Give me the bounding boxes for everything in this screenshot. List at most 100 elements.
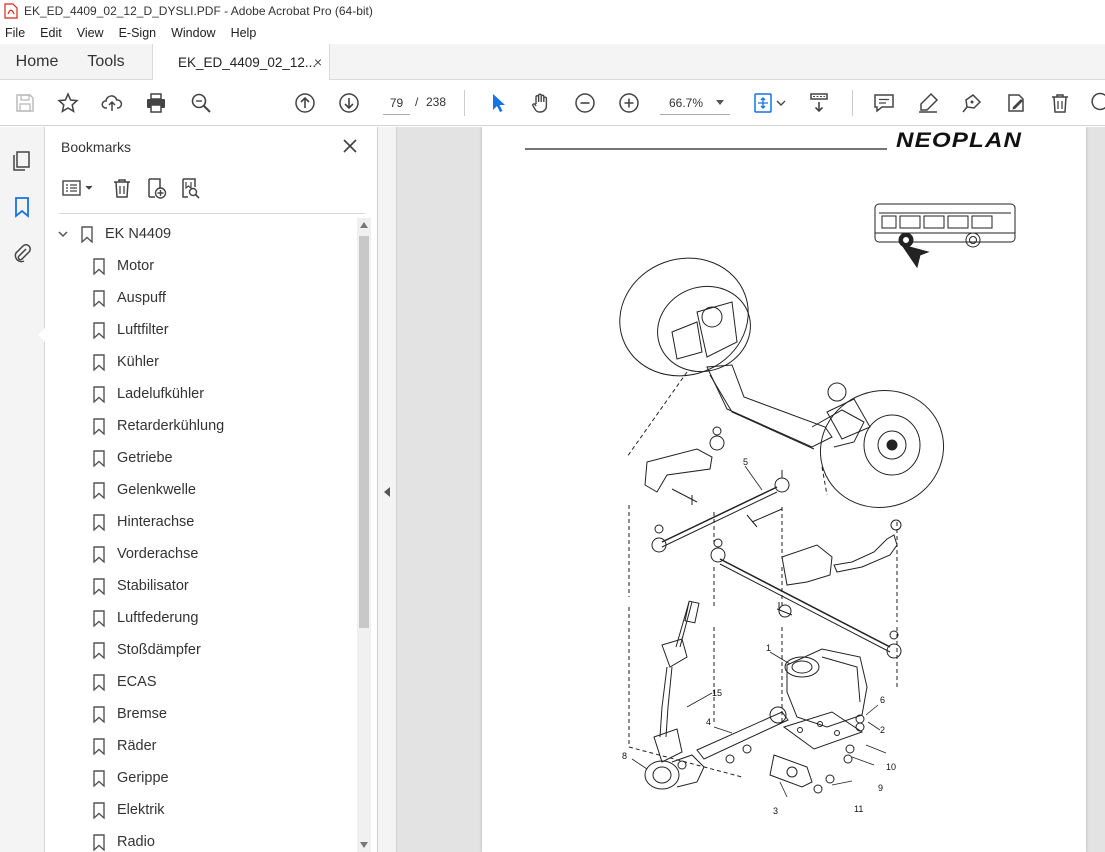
bookmark-label: Luftfederung bbox=[117, 610, 199, 626]
technical-drawing: 1 2 3 4 5 6 8 9 10 11 15 bbox=[525, 148, 1016, 816]
find-bookmark-icon[interactable] bbox=[179, 177, 201, 199]
bookmark-item[interactable]: Auspuff bbox=[45, 282, 357, 314]
tab-home[interactable]: Home bbox=[0, 44, 74, 80]
callout-label: 8 bbox=[622, 751, 627, 761]
tab-close-icon[interactable]: × bbox=[314, 54, 322, 70]
zoom-level-value: 66.7% bbox=[669, 95, 704, 110]
bookmark-options-icon[interactable] bbox=[61, 177, 97, 199]
bookmark-item[interactable]: Räder bbox=[45, 730, 357, 762]
bookmark-icon bbox=[93, 705, 105, 723]
bookmark-item[interactable]: Getriebe bbox=[45, 442, 357, 474]
fit-page-icon[interactable] bbox=[752, 91, 788, 115]
bookmark-item[interactable]: Gerippe bbox=[45, 762, 357, 794]
menu-view[interactable]: View bbox=[76, 24, 105, 42]
bookmark-item[interactable]: Stabilisator bbox=[45, 570, 357, 602]
star-icon[interactable] bbox=[56, 91, 80, 115]
collapse-arrow-icon[interactable] bbox=[384, 487, 390, 497]
scrollbar-thumb[interactable] bbox=[359, 236, 369, 628]
bookmark-item[interactable]: Vorderachse bbox=[45, 538, 357, 570]
bookmark-item[interactable]: Retarderkühlung bbox=[45, 410, 357, 442]
bookmark-label: Stabilisator bbox=[117, 578, 189, 594]
bookmark-label: Getriebe bbox=[117, 450, 173, 466]
bookmark-item[interactable]: Ladelufkühler bbox=[45, 378, 357, 410]
tab-document-label: EK_ED_4409_02_12... bbox=[178, 55, 317, 70]
panel-collapse-strip[interactable] bbox=[378, 127, 397, 852]
bookmark-icon bbox=[93, 769, 105, 787]
bookmark-icon bbox=[93, 737, 105, 755]
bookmark-item[interactable]: Motor bbox=[45, 250, 357, 282]
bookmark-item[interactable]: Bremse bbox=[45, 698, 357, 730]
bookmarks-scrollbar[interactable] bbox=[357, 218, 371, 852]
bookmark-label: Retarderkühlung bbox=[117, 418, 225, 434]
menu-edit[interactable]: Edit bbox=[39, 24, 63, 42]
menu-window[interactable]: Window bbox=[170, 24, 216, 42]
bookmark-root[interactable]: EK N4409 bbox=[45, 218, 357, 250]
callout-label: 2 bbox=[880, 725, 885, 735]
attachments-icon[interactable] bbox=[10, 241, 34, 265]
hand-tool-icon[interactable] bbox=[529, 91, 553, 115]
edit-pdf-icon[interactable] bbox=[1004, 91, 1028, 115]
zoom-out-icon[interactable] bbox=[573, 91, 597, 115]
bookmark-panel-icon[interactable] bbox=[10, 195, 34, 219]
bookmark-icon bbox=[93, 641, 105, 659]
bookmark-icon bbox=[81, 225, 93, 243]
document-viewer[interactable]: 1 2 3 4 5 6 8 9 10 11 15 NEOPLAN bbox=[397, 127, 1105, 852]
callout-label: 15 bbox=[712, 688, 722, 698]
close-icon[interactable] bbox=[341, 137, 359, 155]
bookmark-icon bbox=[93, 449, 105, 467]
pdf-page: 1 2 3 4 5 6 8 9 10 11 15 NEOPLAN bbox=[482, 127, 1086, 852]
scroll-down-icon[interactable] bbox=[360, 842, 368, 848]
bookmarks-panel: Bookmarks EK N4409 Motor Auspuff Luftfil… bbox=[45, 127, 378, 852]
select-cursor-icon[interactable] bbox=[486, 91, 510, 115]
bookmark-item[interactable]: ECAS bbox=[45, 666, 357, 698]
tab-bar: Home Tools EK_ED_4409_02_12... × bbox=[0, 44, 1105, 81]
zoom-in-icon[interactable] bbox=[617, 91, 641, 115]
bookmark-item[interactable]: Gelenkwelle bbox=[45, 474, 357, 506]
bookmarks-toolbar bbox=[59, 173, 359, 203]
bookmark-label: Motor bbox=[117, 258, 155, 274]
bookmark-item[interactable]: Luftfederung bbox=[45, 602, 357, 634]
bookmark-icon bbox=[93, 321, 105, 339]
bookmark-icon bbox=[93, 545, 105, 563]
left-navigation-rail bbox=[0, 127, 45, 852]
print-icon[interactable] bbox=[144, 91, 168, 115]
cloud-upload-icon[interactable] bbox=[100, 91, 124, 115]
rotate-icon[interactable] bbox=[1090, 91, 1105, 115]
page-thumbnails-icon[interactable] bbox=[10, 148, 34, 172]
menu-esign[interactable]: E-Sign bbox=[118, 24, 158, 42]
acrobat-pdf-icon bbox=[4, 3, 18, 19]
new-bookmark-icon[interactable] bbox=[145, 177, 167, 199]
delete-bookmark-icon[interactable] bbox=[111, 177, 133, 199]
menu-file[interactable]: File bbox=[4, 24, 26, 42]
comment-icon[interactable] bbox=[872, 91, 896, 115]
callout-label: 6 bbox=[880, 695, 885, 705]
bookmark-item[interactable]: Elektrik bbox=[45, 794, 357, 826]
chevron-down-icon[interactable] bbox=[57, 228, 69, 240]
zoom-search-icon[interactable] bbox=[189, 91, 213, 115]
page-separator: / bbox=[415, 95, 419, 109]
bookmark-icon bbox=[93, 609, 105, 627]
bookmark-item[interactable]: Luftfilter bbox=[45, 314, 357, 346]
sign-pen-icon[interactable] bbox=[960, 91, 984, 115]
previous-page-icon[interactable] bbox=[293, 91, 317, 115]
callout-label: 5 bbox=[743, 457, 748, 467]
bookmark-item[interactable]: Kühler bbox=[45, 346, 357, 378]
highlighter-icon[interactable] bbox=[916, 91, 940, 115]
scroll-up-icon[interactable] bbox=[360, 222, 368, 228]
scroll-mode-icon[interactable] bbox=[807, 91, 831, 115]
bookmark-icon bbox=[93, 481, 105, 499]
bookmark-item[interactable]: Hinterachse bbox=[45, 506, 357, 538]
tab-document[interactable]: EK_ED_4409_02_12... × bbox=[152, 44, 330, 81]
bookmark-item[interactable]: Radio bbox=[45, 826, 357, 852]
save-icon[interactable] bbox=[13, 91, 37, 115]
bookmark-label: Kühler bbox=[117, 354, 159, 370]
next-page-icon[interactable] bbox=[337, 91, 361, 115]
menu-help[interactable]: Help bbox=[230, 24, 258, 42]
bookmark-item[interactable]: Stoßdämpfer bbox=[45, 634, 357, 666]
zoom-level-select[interactable]: 66.7% bbox=[660, 91, 730, 115]
page-number-input[interactable] bbox=[383, 91, 410, 115]
bookmark-label: EK N4409 bbox=[105, 226, 172, 242]
tab-tools[interactable]: Tools bbox=[74, 44, 138, 80]
bookmark-icon bbox=[93, 577, 105, 595]
delete-icon[interactable] bbox=[1048, 91, 1072, 115]
